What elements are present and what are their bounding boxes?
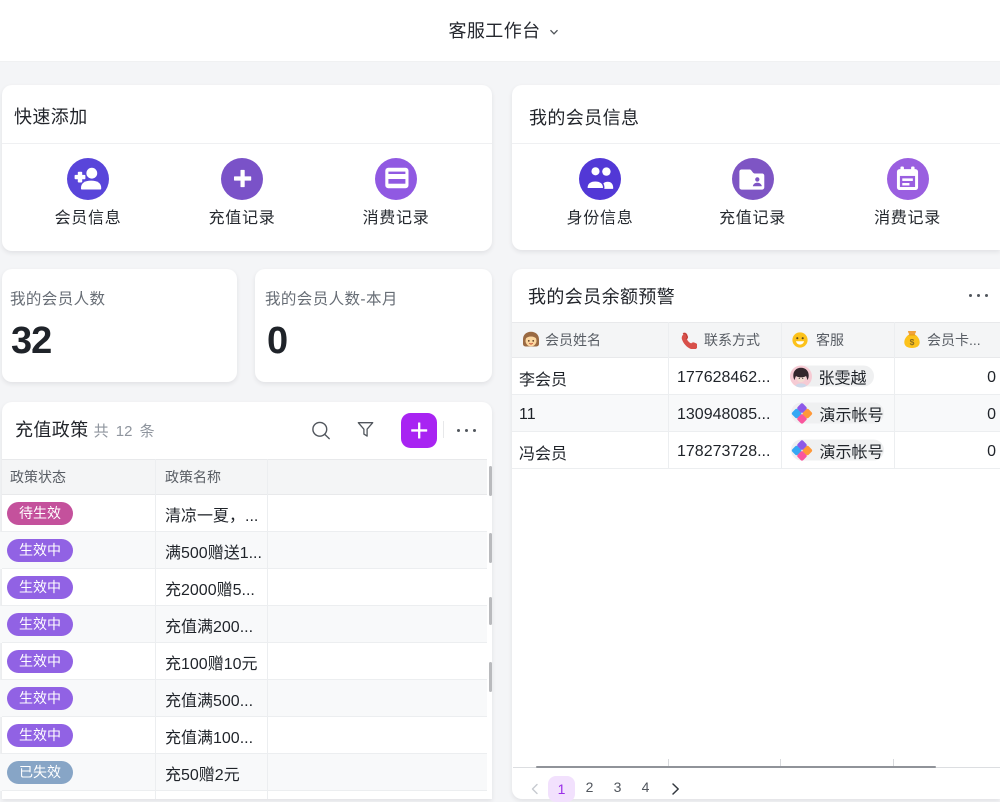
svg-text:$: $: [910, 337, 915, 347]
